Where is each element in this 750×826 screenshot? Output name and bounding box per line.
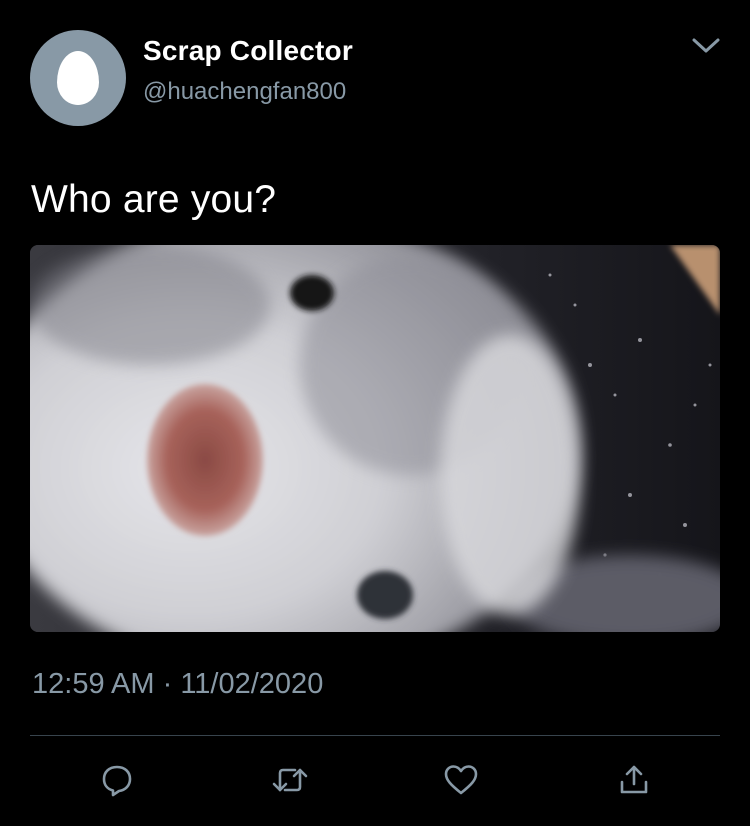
share-icon	[620, 765, 648, 794]
cat-photo	[30, 245, 720, 632]
heart-icon	[444, 765, 478, 795]
display-name[interactable]: Scrap Collector	[143, 35, 353, 67]
chevron-down-icon[interactable]	[688, 30, 724, 60]
retweet-icon	[272, 768, 308, 792]
tweet-text: Who are you?	[31, 178, 277, 221]
tweet-time: 12:59 AM	[32, 668, 155, 700]
reply-button[interactable]	[97, 760, 137, 800]
tweet-timestamp[interactable]: 12:59 AM · 11/02/2020	[32, 668, 323, 701]
default-egg-avatar-icon	[57, 51, 99, 105]
like-button[interactable]	[441, 760, 481, 800]
tweet-photo[interactable]	[30, 245, 720, 632]
reply-icon	[102, 765, 132, 797]
divider	[30, 735, 720, 736]
user-handle[interactable]: @huachengfan800	[143, 78, 346, 106]
tweet-date: 11/02/2020	[180, 668, 324, 700]
timestamp-separator: ·	[162, 668, 173, 700]
retweet-button[interactable]	[270, 760, 310, 800]
share-button[interactable]	[614, 760, 654, 800]
avatar[interactable]	[30, 30, 126, 126]
